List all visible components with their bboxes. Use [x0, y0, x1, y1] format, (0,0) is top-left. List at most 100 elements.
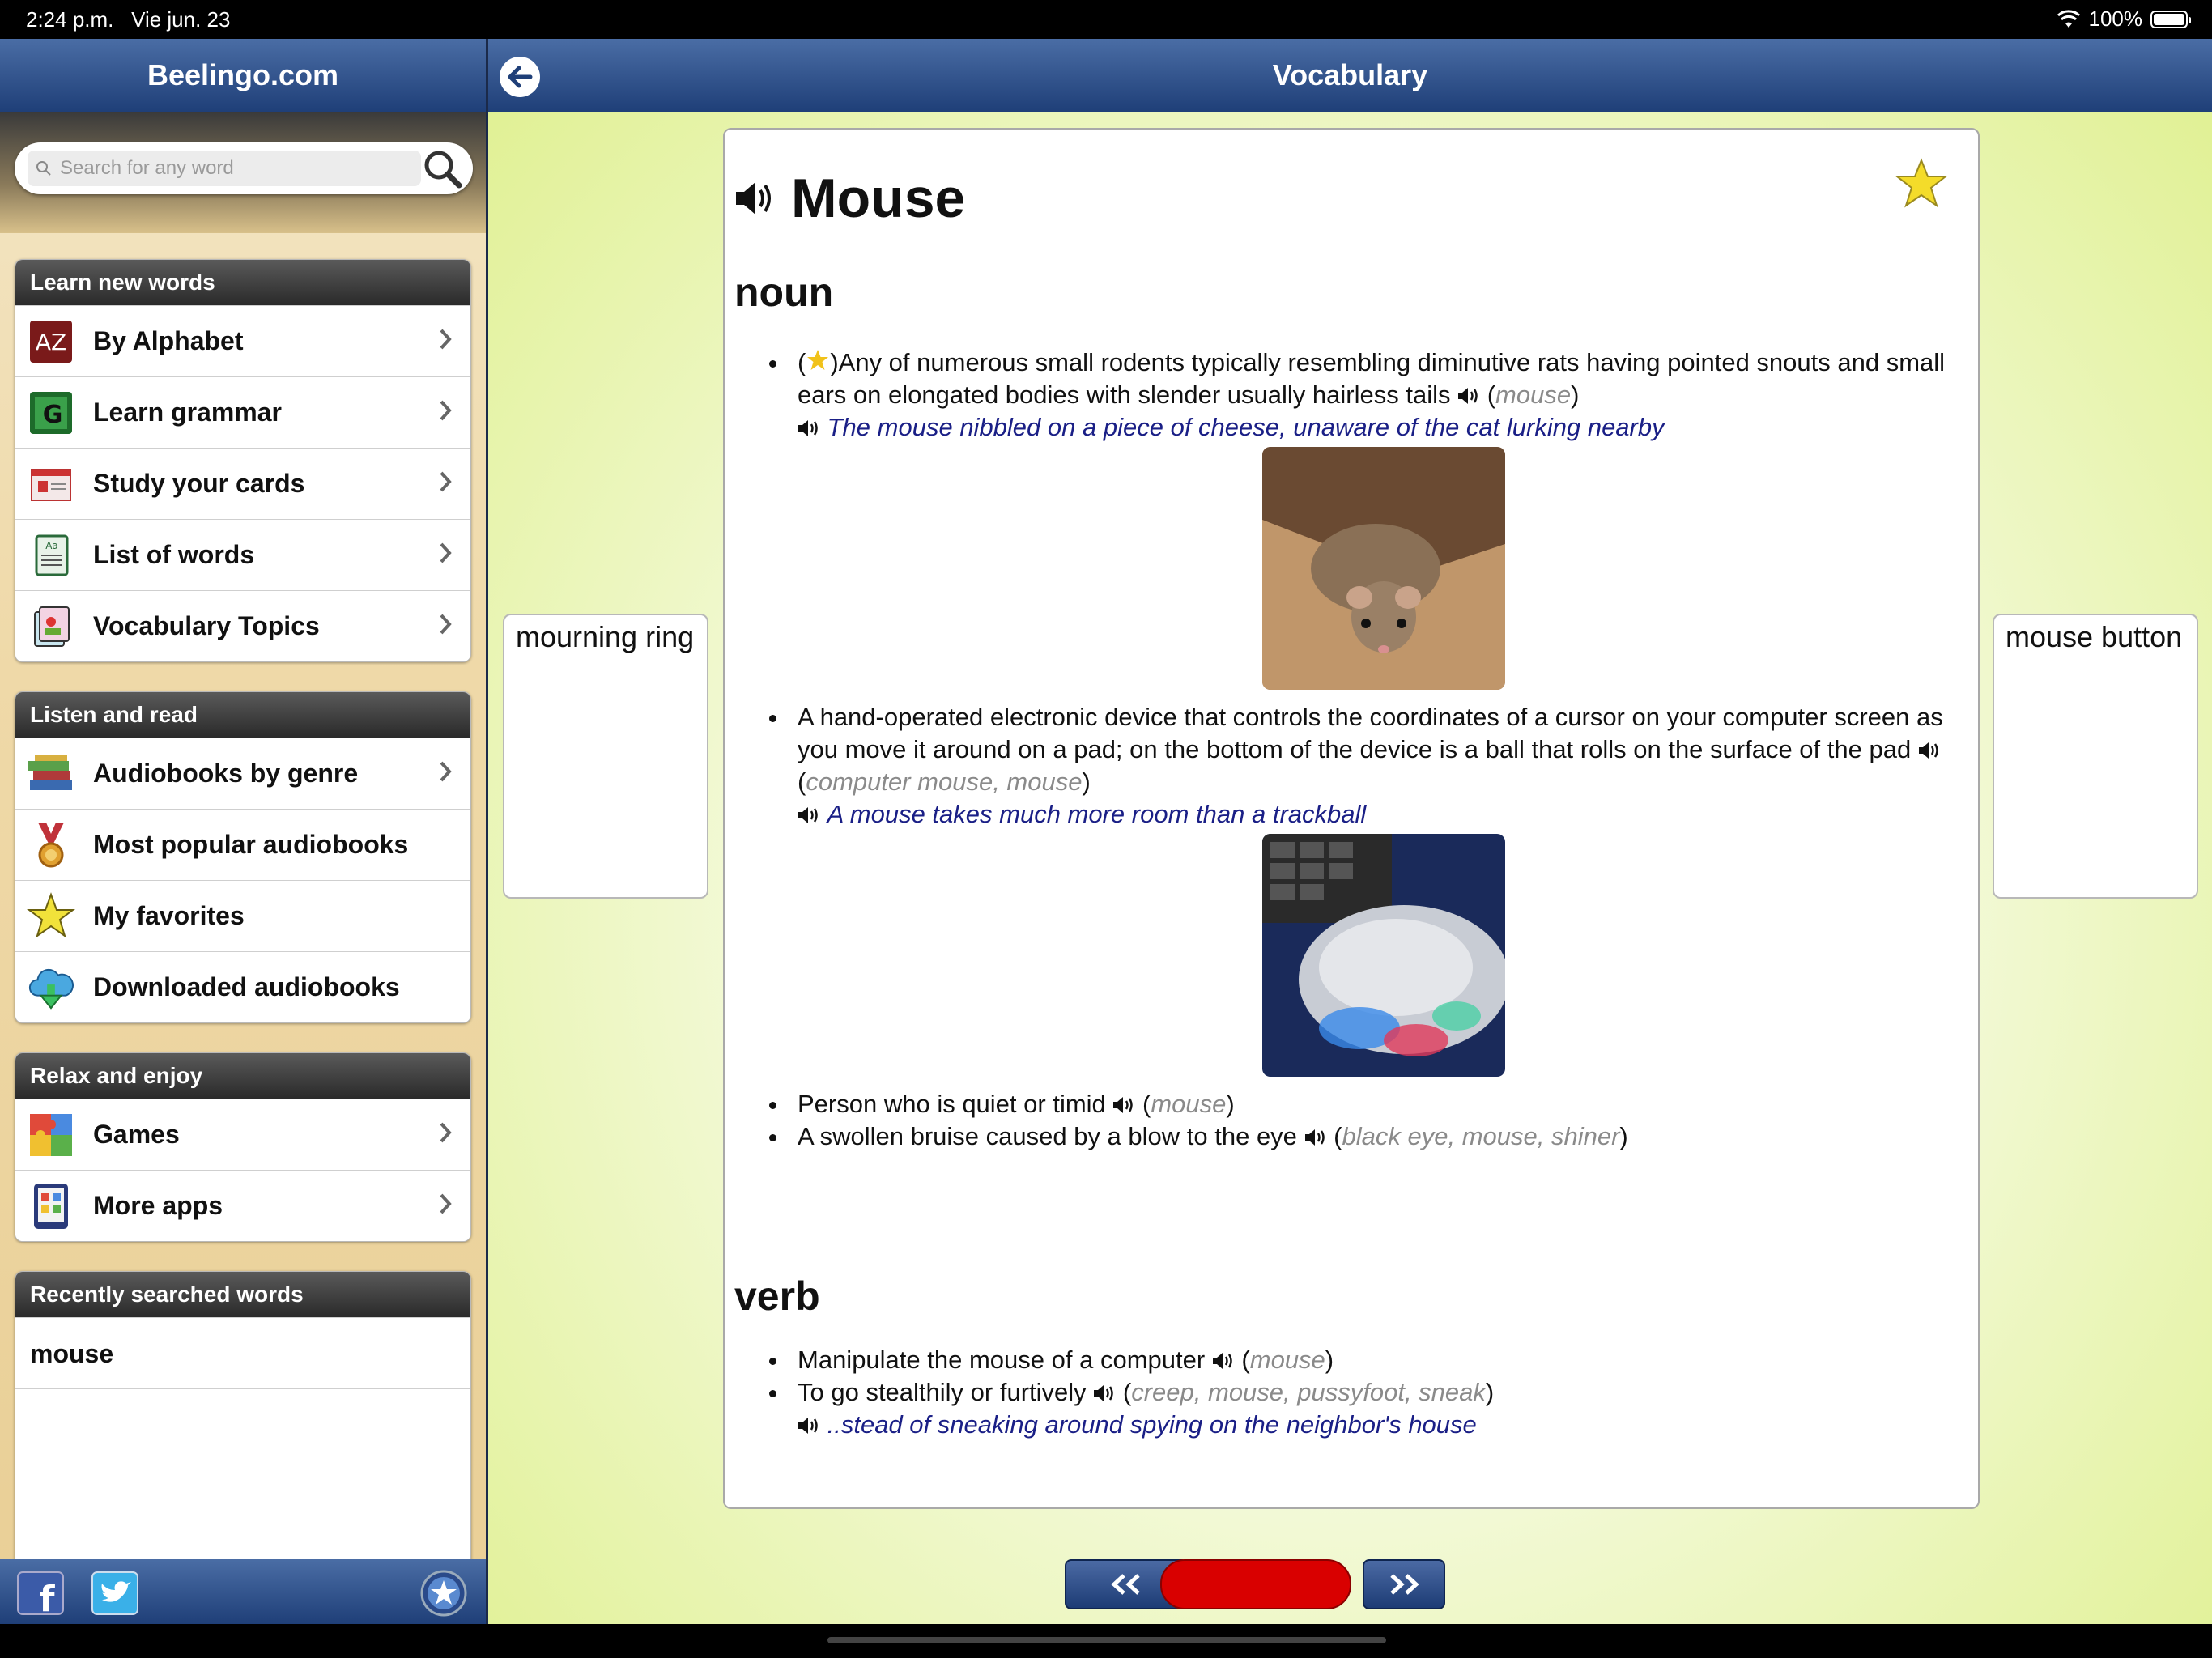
battery-percent: 100%: [2088, 6, 2143, 31]
speaker-icon[interactable]: [1918, 741, 1941, 760]
group-title-relax: Relax and enjoy: [15, 1053, 470, 1099]
chevron-right-icon: [440, 471, 452, 492]
cloud-download-icon: [27, 963, 75, 1012]
books-icon: [27, 750, 75, 798]
status-right: 100%: [2057, 6, 2191, 32]
svg-text:AZ: AZ: [36, 329, 66, 355]
previous-word-card[interactable]: mourning ring: [503, 614, 708, 899]
facebook-icon[interactable]: f: [16, 1571, 65, 1616]
sidebar: Beelingo.com Search for any word Learn n…: [0, 39, 486, 1624]
menu-most-popular-audiobooks[interactable]: Most popular audiobooks: [15, 809, 470, 880]
menu-my-favorites[interactable]: My favorites: [15, 880, 470, 951]
synonyms[interactable]: mouse: [1495, 380, 1571, 409]
menu-label: Games: [93, 1120, 180, 1149]
wifi-icon: [2057, 9, 2080, 28]
menu-label: By Alphabet: [93, 326, 244, 355]
noun-definitions: ()Any of numerous small rodents typicall…: [768, 346, 1959, 1153]
menu-label: Learn grammar: [93, 397, 282, 427]
sidebar-title: Beelingo.com: [0, 39, 486, 112]
speaker-icon[interactable]: [1093, 1384, 1116, 1403]
group-title-learn: Learn new words: [15, 260, 470, 305]
search-band: Search for any word: [0, 112, 486, 233]
definition-text: A swollen bruise caused by a blow to the…: [798, 1122, 1297, 1150]
synonyms[interactable]: mouse: [1151, 1090, 1226, 1118]
menu-vocabulary-topics[interactable]: Vocabulary Topics: [15, 590, 470, 661]
search-button-icon[interactable]: [421, 147, 463, 189]
topics-icon: [27, 602, 75, 651]
svg-text:f: f: [39, 1579, 55, 1616]
part-of-speech-noun: noun: [734, 270, 834, 315]
synonyms[interactable]: black eye, mouse, shiner: [1342, 1122, 1620, 1150]
next-word-button[interactable]: [1363, 1559, 1445, 1609]
menu-label: My favorites: [93, 901, 245, 930]
synonyms[interactable]: creep, mouse, pussyfoot, sneak: [1131, 1378, 1486, 1406]
speaker-icon[interactable]: [1304, 1128, 1327, 1147]
status-time: 2:24 p.m. Vie jun. 23: [26, 7, 231, 32]
speaker-icon[interactable]: [798, 419, 820, 438]
definition-text: A hand-operated electronic device that c…: [798, 703, 1943, 763]
medal-icon: [27, 821, 75, 869]
example-sentence: A mouse takes much more room than a trac…: [827, 800, 1367, 828]
synonyms[interactable]: mouse: [1250, 1346, 1325, 1374]
synonyms[interactable]: computer mouse, mouse: [806, 767, 1082, 796]
main-header: Vocabulary: [488, 39, 2212, 112]
listen-and-read-group: Listen and read Audiobooks by genre Most…: [15, 691, 471, 1023]
menu-downloaded-audiobooks[interactable]: Downloaded audiobooks: [15, 951, 470, 1022]
menu-by-alphabet[interactable]: AZ By Alphabet: [15, 305, 470, 376]
home-indicator[interactable]: [827, 1637, 1386, 1643]
next-word-card[interactable]: mouse button: [1993, 614, 2198, 899]
recent-word-item[interactable]: mouse: [15, 1317, 470, 1388]
menu-list-of-words[interactable]: Aa List of words: [15, 519, 470, 590]
part-of-speech-verb: verb: [734, 1273, 820, 1319]
chevron-right-icon: [440, 761, 452, 782]
search-input[interactable]: Search for any word: [28, 151, 421, 186]
word-list-icon: Aa: [27, 531, 75, 580]
search-icon: [36, 161, 51, 176]
alphabet-icon: AZ: [27, 317, 75, 366]
star-icon: [807, 350, 829, 370]
definition-item: To go stealthily or furtively (creep, mo…: [789, 1376, 1959, 1441]
recently-searched-group: Recently searched words mouse: [15, 1271, 471, 1572]
twitter-icon[interactable]: [91, 1571, 139, 1616]
search-field[interactable]: Search for any word: [15, 142, 473, 194]
recent-word-empty: [15, 1460, 470, 1531]
speaker-icon[interactable]: [1457, 386, 1480, 406]
main-pane: Vocabulary mourning ring mouse button Mo…: [488, 39, 2212, 1624]
relax-and-enjoy-group: Relax and enjoy Games More apps: [15, 1052, 471, 1242]
grammar-icon: G: [27, 389, 75, 437]
group-title-listen: Listen and read: [15, 692, 470, 738]
definition-item: Person who is quiet or timid (mouse): [789, 1088, 1959, 1120]
definition-item: A hand-operated electronic device that c…: [789, 701, 1959, 1077]
definition-item: Manipulate the mouse of a computer (mous…: [789, 1344, 1959, 1376]
double-chevron-left-icon: [1111, 1574, 1140, 1595]
menu-learn-grammar[interactable]: G Learn grammar: [15, 376, 470, 448]
tablet-apps-icon: [27, 1182, 75, 1231]
verb-definitions: Manipulate the mouse of a computer (mous…: [768, 1344, 1959, 1441]
menu-more-apps[interactable]: More apps: [15, 1170, 470, 1241]
favorite-star-icon[interactable]: [1895, 157, 1947, 209]
menu-label: Vocabulary Topics: [93, 611, 320, 640]
menu-study-cards[interactable]: Study your cards: [15, 448, 470, 519]
menu-audiobooks-by-genre[interactable]: Audiobooks by genre: [15, 738, 470, 809]
speaker-icon[interactable]: [798, 806, 820, 825]
speaker-icon[interactable]: [798, 1416, 820, 1435]
favorites-star-button-icon[interactable]: [419, 1569, 468, 1618]
definition-item: A swollen bruise caused by a blow to the…: [789, 1120, 1959, 1153]
chevron-right-icon: [440, 1193, 452, 1214]
computer-mouse-image: [1262, 834, 1505, 1077]
speaker-icon[interactable]: [734, 181, 776, 216]
menu-games[interactable]: Games: [15, 1099, 470, 1170]
speaker-icon[interactable]: [1112, 1095, 1135, 1115]
group-title-recent: Recently searched words: [15, 1272, 470, 1317]
study-card-button[interactable]: [1160, 1559, 1351, 1609]
back-button[interactable]: [500, 57, 540, 97]
learn-new-words-group: Learn new words AZ By Alphabet G Learn g…: [15, 259, 471, 662]
menu-label: Downloaded audiobooks: [93, 972, 400, 1001]
mouse-animal-image: [1262, 447, 1505, 690]
speaker-icon[interactable]: [1212, 1351, 1235, 1371]
word-title: Mouse: [791, 168, 966, 229]
chevron-right-icon: [440, 400, 452, 421]
example-sentence: ..stead of sneaking around spying on the…: [827, 1410, 1477, 1439]
chevron-right-icon: [440, 329, 452, 350]
puzzle-icon: [27, 1111, 75, 1159]
